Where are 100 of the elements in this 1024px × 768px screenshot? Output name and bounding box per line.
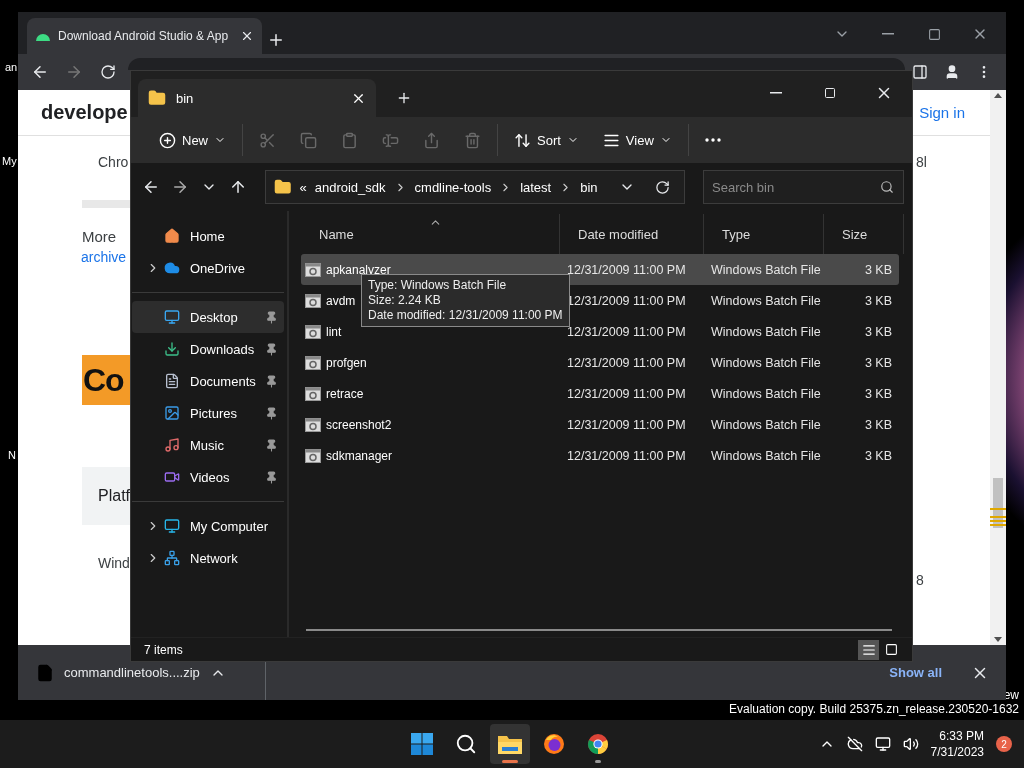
music-note-icon <box>164 437 180 453</box>
table-cell-text: 8 <box>916 572 925 588</box>
column-header[interactable]: Type <box>711 226 751 242</box>
address-bar[interactable]: « android_sdk cmdline-tools latest bin <box>265 170 685 204</box>
chrome-icon <box>587 733 609 755</box>
desktop-icon-label: My <box>2 155 17 167</box>
search-icon <box>455 733 477 755</box>
scissors-icon <box>259 131 276 149</box>
details-view-button[interactable] <box>858 639 879 660</box>
size-cell-text: 3 KB <box>863 324 893 339</box>
close-icon[interactable] <box>240 29 254 43</box>
type-cell-text: Windows Batch File <box>710 324 822 339</box>
horizontal-scrollbar[interactable] <box>306 629 892 631</box>
column-header[interactable]: Name <box>308 226 354 242</box>
nav-item[interactable]: Music <box>132 429 284 461</box>
running-indicator <box>595 760 601 763</box>
nav-item[interactable]: Desktop <box>132 301 284 333</box>
forward-arrow-icon <box>65 63 83 81</box>
file-name[interactable]: profgen <box>326 355 367 370</box>
show-all-button[interactable]: Show all <box>883 664 948 681</box>
rename-icon <box>382 131 399 149</box>
type-cell-text: Windows Batch File <box>710 417 822 432</box>
search-field[interactable]: Search bin <box>703 170 904 204</box>
clipboard-icon <box>341 131 358 149</box>
sort-icon <box>514 131 531 149</box>
share-icon <box>423 131 440 149</box>
minimize-icon <box>882 33 894 35</box>
running-indicator <box>502 760 518 763</box>
batch-file-icon <box>305 324 321 339</box>
breadcrumb[interactable]: android_sdk <box>314 179 386 195</box>
windows-logo-icon <box>411 733 433 755</box>
download-file-name[interactable]: commandlinetools....zip <box>64 665 200 680</box>
nav-item[interactable]: Network <box>132 542 284 574</box>
table-heading: Platf <box>82 467 130 525</box>
monitor-icon <box>164 309 180 325</box>
side-panel-icon <box>912 64 928 80</box>
video-icon <box>164 469 180 485</box>
size-cell-text: 3 KB <box>863 293 893 308</box>
nav-item[interactable]: Videos <box>132 461 284 493</box>
nav-item[interactable]: OneDrive <box>132 252 284 284</box>
batch-file-icon <box>305 355 321 370</box>
maximize-icon <box>927 27 941 41</box>
date-cell-text: 12/31/2009 11:00 PM <box>566 417 687 432</box>
new-button[interactable]: New <box>151 124 234 156</box>
file-name[interactable]: lint <box>326 324 342 339</box>
explorer-tab[interactable]: bin <box>138 79 376 117</box>
column-header[interactable]: Date modified <box>567 226 659 242</box>
plus-icon <box>396 90 412 106</box>
batch-file-icon <box>305 448 321 463</box>
nav-item[interactable]: Home <box>132 220 284 252</box>
cloud-off-icon[interactable] <box>846 736 863 752</box>
size-cell-text: 3 KB <box>863 386 893 401</box>
breadcrumb[interactable]: latest <box>520 179 552 195</box>
breadcrumb[interactable]: cmdline-tools <box>414 179 492 195</box>
scroll-up-icon <box>994 93 1002 98</box>
view-button[interactable]: View <box>594 124 680 156</box>
file-name[interactable]: screenshot2 <box>326 417 392 432</box>
speaker-icon[interactable] <box>902 736 919 752</box>
date-cell-text: 12/31/2009 11:00 PM <box>566 355 687 370</box>
square-icon <box>885 643 898 656</box>
type-cell-text: Windows Batch File <box>710 386 822 401</box>
plus-circle-icon <box>159 131 176 149</box>
folder-icon <box>148 89 166 107</box>
nav-item[interactable]: Pictures <box>132 397 284 429</box>
type-cell-text: Windows Batch File <box>710 262 822 277</box>
file-name[interactable]: sdkmanager <box>326 448 393 463</box>
size-cell-text: 3 KB <box>863 262 893 277</box>
breadcrumb-overflow[interactable]: « <box>299 179 307 195</box>
file-name[interactable]: avdm <box>326 293 356 308</box>
archive-link[interactable]: archive <box>18 249 130 265</box>
monitor-icon[interactable] <box>874 736 891 752</box>
nav-item[interactable]: My Computer <box>132 510 284 542</box>
sign-in-link[interactable]: Sign in <box>919 104 965 121</box>
file-name[interactable]: apkanalyzer <box>326 262 391 277</box>
explorer-taskbar-button[interactable] <box>490 724 530 764</box>
sort-button[interactable]: Sort <box>506 124 587 156</box>
copy-icon <box>300 131 317 149</box>
size-cell-text: 3 KB <box>863 417 893 432</box>
clock[interactable]: 6:33 PM 7/31/2023 <box>930 728 984 760</box>
document-icon <box>164 373 180 389</box>
nav-item[interactable]: Documents <box>132 365 284 397</box>
search-icon <box>880 180 894 194</box>
nav-item[interactable]: Downloads <box>132 333 284 365</box>
column-header[interactable]: Size <box>831 226 868 242</box>
scroll-down-icon <box>994 637 1002 642</box>
date-cell-text: 12/31/2009 11:00 PM <box>566 324 687 339</box>
desktop-icon-label: N <box>8 449 16 461</box>
browser-tab[interactable]: Download Android Studio & App <box>27 18 262 54</box>
page-text: 8l <box>916 154 928 170</box>
folder-icon <box>274 178 292 196</box>
breadcrumb[interactable]: bin <box>580 179 598 195</box>
date-cell-text: 12/31/2009 11:00 PM <box>566 448 687 463</box>
match-marker <box>990 524 1006 526</box>
desktop-icon-label: an <box>5 61 18 73</box>
tooltip: Type: Windows Batch File Size: 2.24 KB Date modified: 12/31/2009 11:00 PM <box>361 274 570 327</box>
file-name[interactable]: retrace <box>326 386 364 401</box>
scrollbar[interactable] <box>990 90 1006 645</box>
home-icon <box>164 228 180 244</box>
person-icon <box>944 64 960 80</box>
type-cell-text: Windows Batch File <box>710 355 822 370</box>
